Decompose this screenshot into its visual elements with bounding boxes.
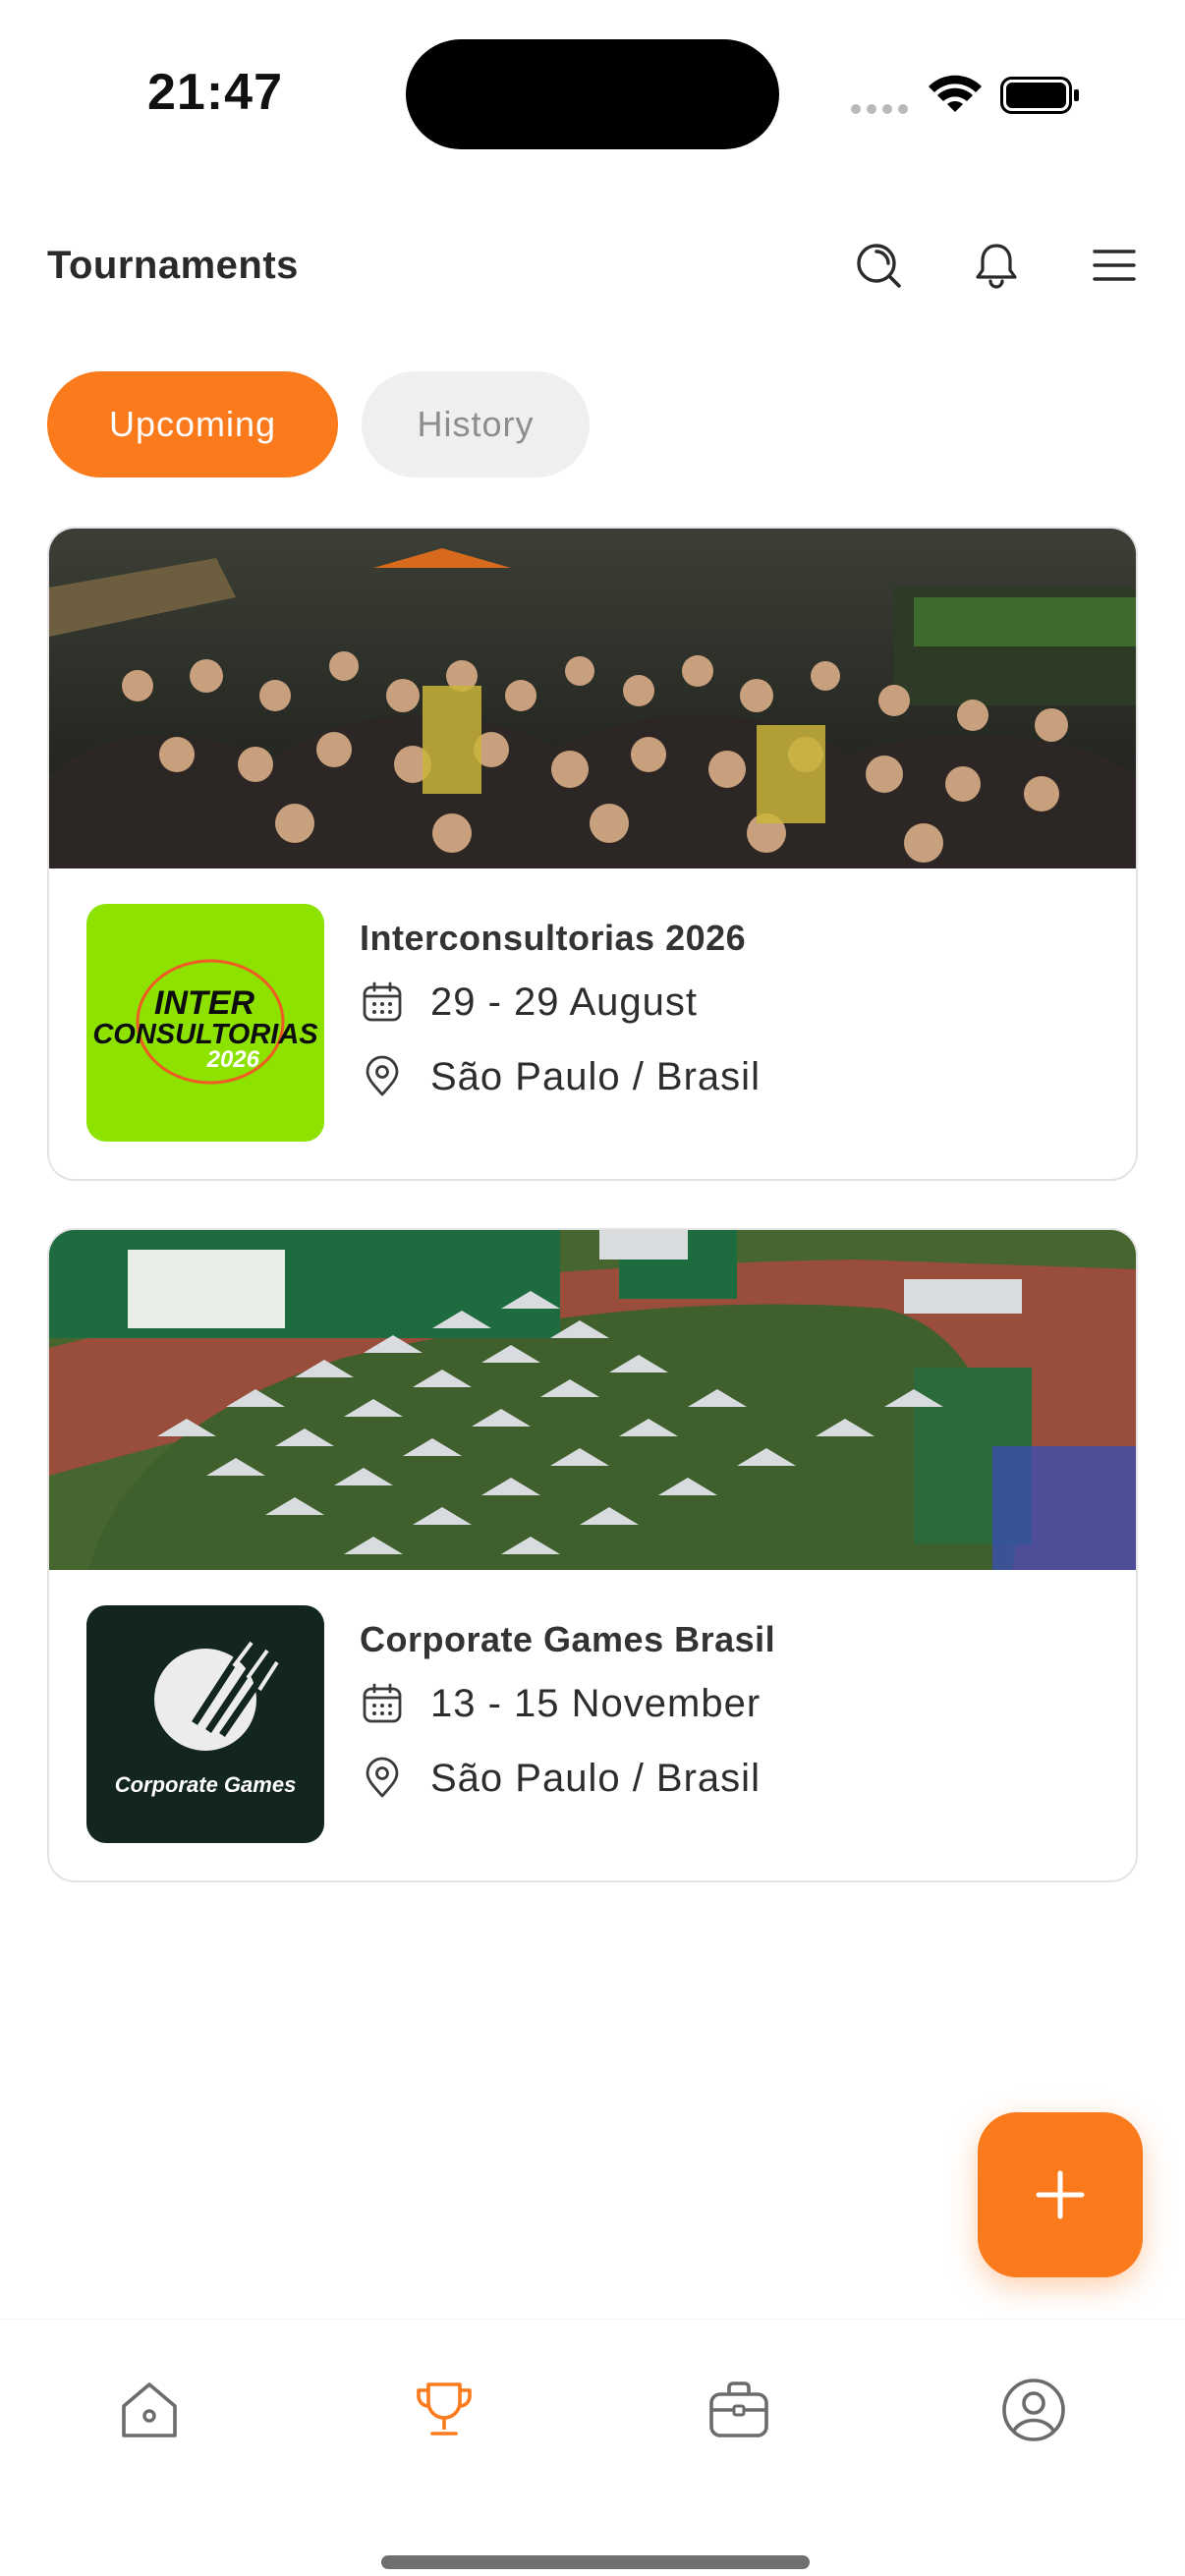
dynamic-island (406, 39, 779, 149)
nav-tournaments[interactable] (405, 2371, 483, 2449)
svg-text:INTER: INTER (154, 984, 254, 1022)
location-pin-icon (360, 1756, 405, 1801)
tab-upcoming[interactable]: Upcoming (47, 371, 338, 477)
calendar-icon (360, 1681, 405, 1726)
notifications-button[interactable] (969, 238, 1024, 293)
nav-profile[interactable] (994, 2371, 1073, 2449)
tournament-cover-photo (49, 529, 1136, 868)
tab-history[interactable]: History (362, 371, 590, 477)
home-indicator (381, 2555, 810, 2569)
search-icon (857, 244, 901, 288)
tournament-logo: INTER CONSULTORIAS 2026 (86, 904, 324, 1142)
tournament-name: Corporate Games Brasil (360, 1619, 776, 1659)
tournament-card[interactable]: Corporate Games Corporate Games Brasil 1… (47, 1228, 1138, 1882)
bell-icon (976, 244, 1017, 289)
wifi-icon (929, 75, 982, 112)
tournament-tabs: Upcoming History (47, 371, 590, 479)
user-icon (1002, 2379, 1065, 2441)
status-time: 21:47 (147, 64, 283, 121)
svg-text:Corporate Games: Corporate Games (115, 1772, 297, 1797)
battery-icon (1000, 77, 1079, 114)
menu-button[interactable] (1087, 238, 1142, 293)
search-button[interactable] (851, 238, 906, 293)
cellular-signal-icon (851, 102, 910, 116)
trophy-icon (417, 2382, 472, 2436)
calendar-icon (360, 980, 405, 1025)
bottom-navigation (0, 2319, 1185, 2576)
nav-business[interactable] (700, 2371, 778, 2449)
home-icon (122, 2382, 177, 2437)
tournament-location: São Paulo / Brasil (360, 1049, 761, 1104)
briefcase-icon (709, 2381, 768, 2437)
tournament-card[interactable]: INTER CONSULTORIAS 2026 Interconsultoria… (47, 527, 1138, 1181)
page-title: Tournaments (47, 244, 299, 287)
tournament-date: 29 - 29 August (360, 975, 698, 1030)
status-bar: 21:47 (0, 0, 1185, 187)
svg-text:CONSULTORIAS: CONSULTORIAS (92, 1019, 318, 1050)
hamburger-menu-icon (1093, 250, 1136, 281)
tournament-cover-photo (49, 1230, 1136, 1570)
tournament-logo: Corporate Games (86, 1605, 324, 1843)
add-tournament-button[interactable] (978, 2112, 1143, 2277)
tournament-location: São Paulo / Brasil (360, 1751, 761, 1806)
plus-icon (1036, 2170, 1085, 2219)
tournament-name: Interconsultorias 2026 (360, 918, 747, 958)
nav-home[interactable] (110, 2371, 189, 2449)
location-pin-icon (360, 1054, 405, 1099)
svg-text:2026: 2026 (206, 1046, 260, 1073)
tournament-date: 13 - 15 November (360, 1676, 761, 1731)
app-header: Tournaments (0, 226, 1185, 305)
